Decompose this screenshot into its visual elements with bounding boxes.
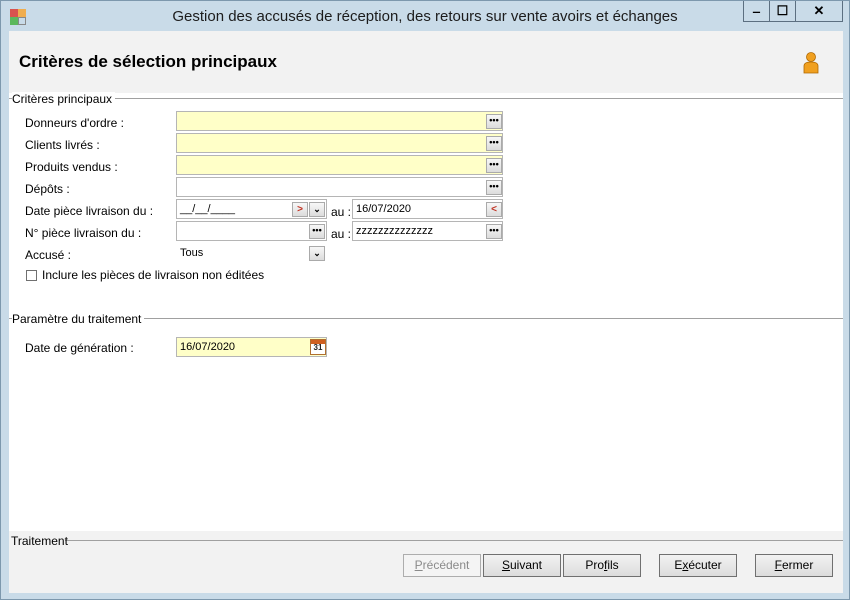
produits-lookup-button[interactable]: •••	[486, 158, 502, 173]
date-du-next-button[interactable]: >	[292, 202, 308, 217]
depots-input[interactable]	[176, 177, 503, 197]
precedent-accel: P	[414, 558, 423, 572]
main-window: Gestion des accusés de réception, des re…	[0, 0, 850, 600]
accuse-select[interactable]: Tous	[176, 243, 327, 263]
inclure-non-editees-checkbox[interactable]	[26, 270, 37, 281]
date-generation-input[interactable]: 16/07/2020	[176, 337, 327, 357]
date-du-dropdown-button[interactable]: ⌄	[309, 202, 325, 217]
suivant-accel: S	[501, 558, 510, 572]
profils-button[interactable]: Profils	[563, 554, 641, 577]
footer-divider	[65, 540, 843, 541]
person-icon[interactable]	[802, 52, 820, 74]
accuse-dropdown-button[interactable]: ⌄	[309, 246, 325, 261]
clients-lookup-button[interactable]: •••	[486, 136, 502, 151]
donneurs-lookup-button[interactable]: •••	[486, 114, 502, 129]
calendar-icon[interactable]: 31	[310, 339, 326, 355]
fermer-text: ermer	[782, 558, 814, 572]
depots-lookup-button[interactable]: •••	[486, 180, 502, 195]
suivant-text: uivant	[509, 558, 543, 572]
num-au-lookup-button[interactable]: •••	[486, 224, 502, 239]
minimize-button[interactable]: ‒	[743, 1, 770, 22]
num-du-label: N° pièce livraison du :	[25, 226, 142, 240]
page-title: Critères de sélection principaux	[19, 52, 277, 71]
section-main-label: Critères principaux	[12, 92, 116, 106]
window-title: Gestion des accusés de réception, des re…	[172, 8, 678, 25]
fermer-accel: F	[774, 558, 782, 572]
num-du-lookup-button[interactable]: •••	[309, 224, 325, 239]
donneurs-label: Donneurs d'ordre :	[25, 116, 125, 130]
date-du-label: Date pièce livraison du :	[25, 204, 154, 218]
inclure-non-editees-label[interactable]: Inclure les pièces de livraison non édit…	[42, 268, 264, 282]
title-bar[interactable]: Gestion des accusés de réception, des re…	[1, 1, 849, 31]
footer-label: Traitement	[11, 534, 68, 548]
profils-text-pre: Pro	[585, 558, 604, 572]
executer-button[interactable]: Exécuter	[659, 554, 737, 577]
page-header: Critères de sélection principaux	[9, 31, 843, 93]
close-button[interactable]: ✕	[795, 1, 843, 22]
num-au-input[interactable]: zzzzzzzzzzzzzz	[352, 221, 503, 241]
date-au-input[interactable]: 16/07/2020	[352, 199, 503, 219]
depots-label: Dépôts :	[25, 182, 70, 196]
dialog-content: Critères de sélection principaux Critère…	[9, 31, 843, 593]
accuse-label: Accusé :	[25, 248, 72, 262]
produits-input[interactable]	[176, 155, 503, 175]
fermer-button[interactable]: Fermer	[755, 554, 833, 577]
precedent-text: récédent	[422, 558, 470, 572]
precedent-button[interactable]: Précédent	[403, 554, 481, 577]
date-generation-label: Date de génération :	[25, 341, 134, 355]
footer-panel: Traitement Précédent Suivant Profils Exé…	[9, 531, 843, 593]
date-au-label: au :	[331, 205, 352, 219]
maximize-button[interactable]: ☐	[769, 1, 796, 22]
num-du-input[interactable]	[176, 221, 327, 241]
date-au-prev-button[interactable]: <	[486, 202, 502, 217]
executer-text: écuter	[688, 558, 722, 572]
donneurs-input[interactable]	[176, 111, 503, 131]
produits-label: Produits vendus :	[25, 160, 118, 174]
clients-input[interactable]	[176, 133, 503, 153]
num-au-label: au :	[331, 227, 352, 241]
clients-label: Clients livrés :	[25, 138, 100, 152]
profils-text: ils	[607, 558, 619, 572]
suivant-button[interactable]: Suivant	[483, 554, 561, 577]
section-params-label: Paramètre du traitement	[12, 312, 145, 326]
window-controls: ‒ ☐ ✕	[743, 1, 843, 22]
section-divider	[9, 98, 843, 99]
